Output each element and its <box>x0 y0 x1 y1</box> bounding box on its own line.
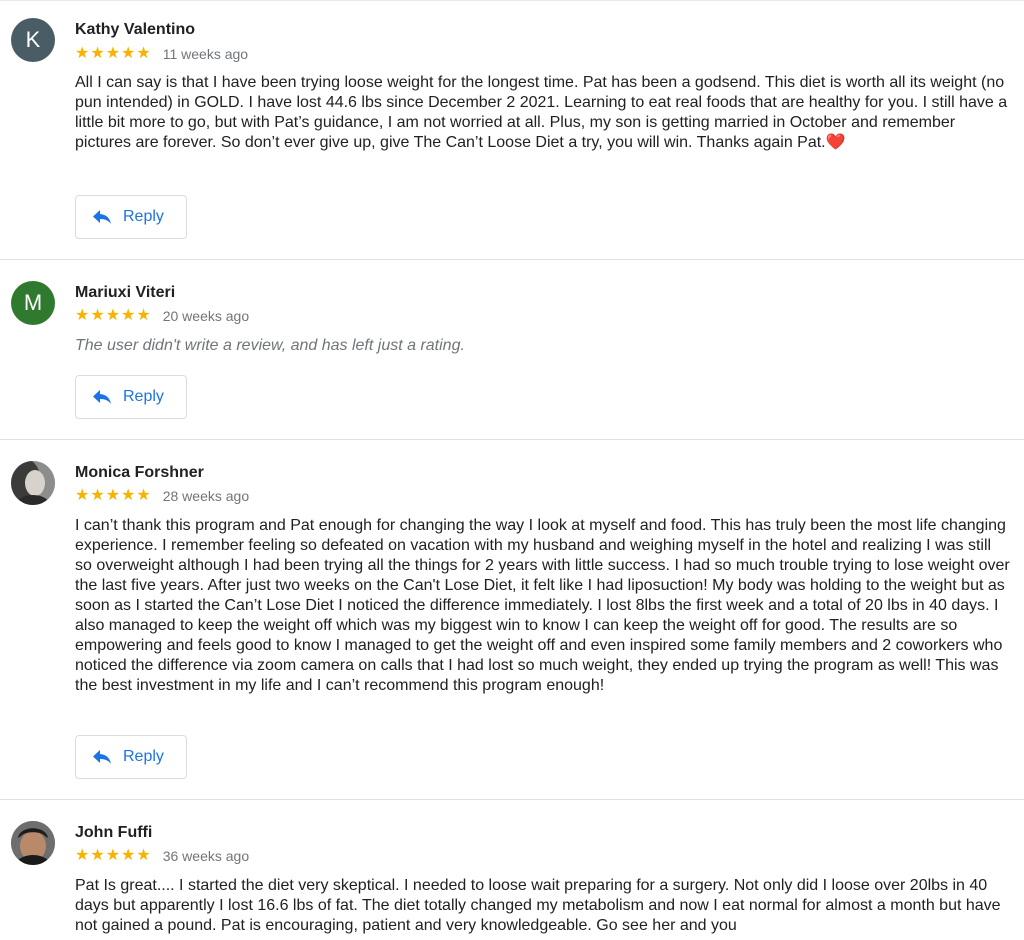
reviewer-name: Kathy Valentino <box>75 21 196 38</box>
review-card: John Fuffi ★★★★★ 36 weeks ago Pat Is gre… <box>0 800 1024 940</box>
no-review-note: The user didn't write a review, and has … <box>75 337 465 354</box>
reply-label: Reply <box>123 208 164 225</box>
rating-row: ★★★★★ 11 weeks ago <box>75 44 248 64</box>
star-rating: ★★★★★ <box>75 45 152 62</box>
review-text: All I can say is that I have been trying… <box>75 73 1010 153</box>
reviewer-name: John Fuffi <box>75 824 153 841</box>
star-rating: ★★★★★ <box>75 847 152 864</box>
person-photo-icon <box>11 461 55 505</box>
person-photo-icon <box>11 821 55 865</box>
reviewer-name: Mariuxi Viteri <box>75 284 176 301</box>
review-text: Pat Is great.... I started the diet very… <box>75 877 1001 934</box>
avatar <box>11 461 55 505</box>
avatar <box>11 821 55 865</box>
avatar-letter: K <box>25 27 41 52</box>
rating-row: ★★★★★ 36 weeks ago <box>75 846 249 866</box>
reply-label: Reply <box>123 748 164 765</box>
reply-button[interactable]: Reply <box>75 375 187 419</box>
reply-label: Reply <box>123 388 164 405</box>
review-time: 20 weeks ago <box>162 308 250 324</box>
rating-row: ★★★★★ 20 weeks ago <box>75 306 249 326</box>
avatar-letter: M <box>23 290 43 315</box>
review-time: 11 weeks ago <box>162 46 249 62</box>
avatar: K <box>11 18 55 62</box>
reply-arrow-icon <box>93 210 111 224</box>
reply-button[interactable]: Reply <box>75 735 187 779</box>
reply-arrow-icon <box>93 750 111 764</box>
star-rating: ★★★★★ <box>75 487 152 504</box>
review-card: M Mariuxi Viteri ★★★★★ 20 weeks ago The … <box>0 260 1024 440</box>
avatar: M <box>11 281 55 325</box>
review-time: 36 weeks ago <box>162 848 250 864</box>
review-text-content: All I can say is that I have been trying… <box>75 74 1008 151</box>
star-rating: ★★★★★ <box>75 307 152 324</box>
reply-arrow-icon <box>93 390 111 404</box>
review-text: I can’t thank this program and Pat enoug… <box>75 517 1010 694</box>
review-time: 28 weeks ago <box>162 488 250 504</box>
reviewer-name: Monica Forshner <box>75 464 204 481</box>
heart-emoji-icon: ❤️ <box>825 134 846 151</box>
review-card: Monica Forshner ★★★★★ 28 weeks ago I can… <box>0 440 1024 800</box>
reply-button[interactable]: Reply <box>75 195 187 239</box>
rating-row: ★★★★★ 28 weeks ago <box>75 486 249 506</box>
review-list: K Kathy Valentino ★★★★★ 11 weeks ago All… <box>0 0 1024 940</box>
review-card: K Kathy Valentino ★★★★★ 11 weeks ago All… <box>0 1 1024 260</box>
